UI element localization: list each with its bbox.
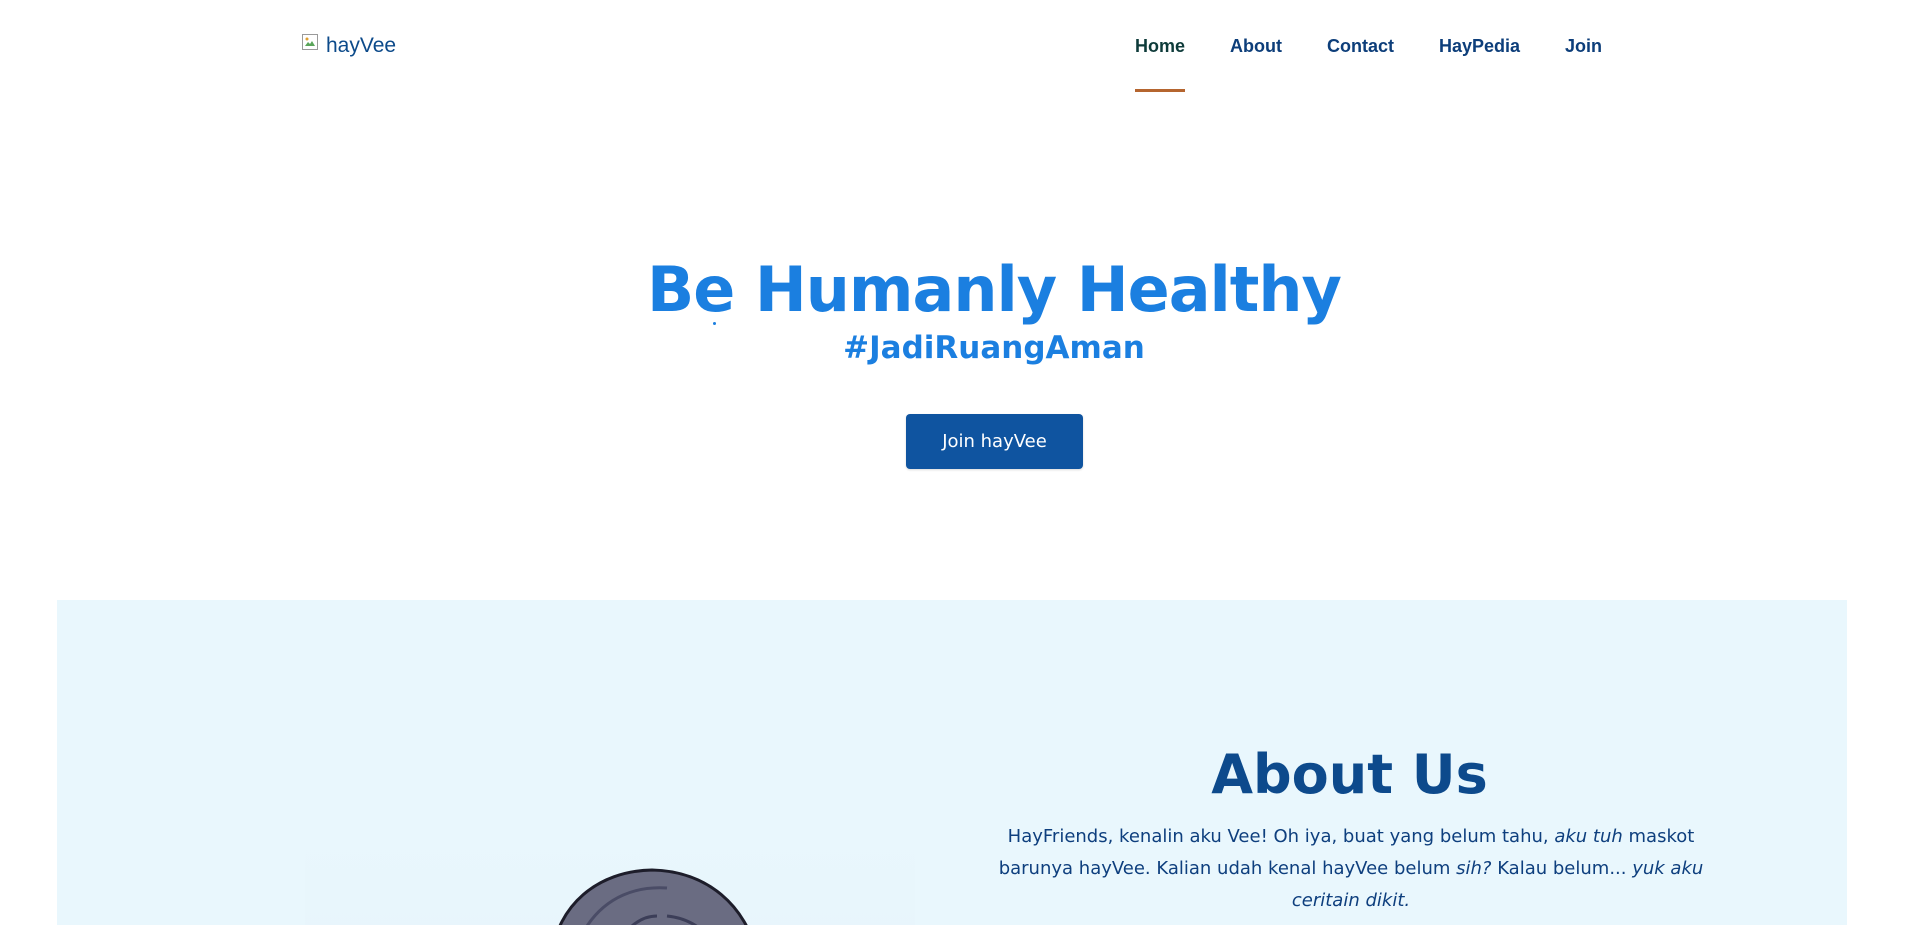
main-nav: Home About Contact HayPedia Join <box>1135 33 1602 92</box>
site-header: hayVee Home About Contact HayPedia Join <box>0 0 1907 95</box>
nav-item-contact[interactable]: Contact <box>1327 33 1394 59</box>
join-hayvee-button[interactable]: Join hayVee <box>906 414 1083 469</box>
mascot-vee-image <box>558 868 748 925</box>
about-paragraph: HayFriends, kenalin aku Vee! Oh iya, bua… <box>994 821 1708 917</box>
hero-subtitle: #JadiRuangAman <box>843 330 1145 366</box>
about-text-part: HayFriends, kenalin aku Vee! Oh iya, bua… <box>1007 826 1555 847</box>
logo-link[interactable]: hayVee <box>302 33 396 59</box>
about-title: About Us <box>1211 743 1488 806</box>
decorative-dot <box>713 322 716 325</box>
about-text-part: Kalau belum... <box>1491 858 1633 879</box>
broken-image-icon <box>302 34 318 50</box>
logo-alt-text: hayVee <box>326 34 397 57</box>
nav-item-home[interactable]: Home <box>1135 33 1186 92</box>
nav-item-about[interactable]: About <box>1230 33 1282 59</box>
nav-item-haypedia[interactable]: HayPedia <box>1439 33 1520 59</box>
about-section: About Us HayFriends, kenalin aku Vee! Oh… <box>57 600 1847 925</box>
hero-title: Be Humanly Healthy <box>647 253 1342 326</box>
nav-item-join[interactable]: Join <box>1565 33 1602 59</box>
about-text-italic: aku tuh <box>1554 826 1623 847</box>
about-text-italic: sih? <box>1456 858 1492 879</box>
